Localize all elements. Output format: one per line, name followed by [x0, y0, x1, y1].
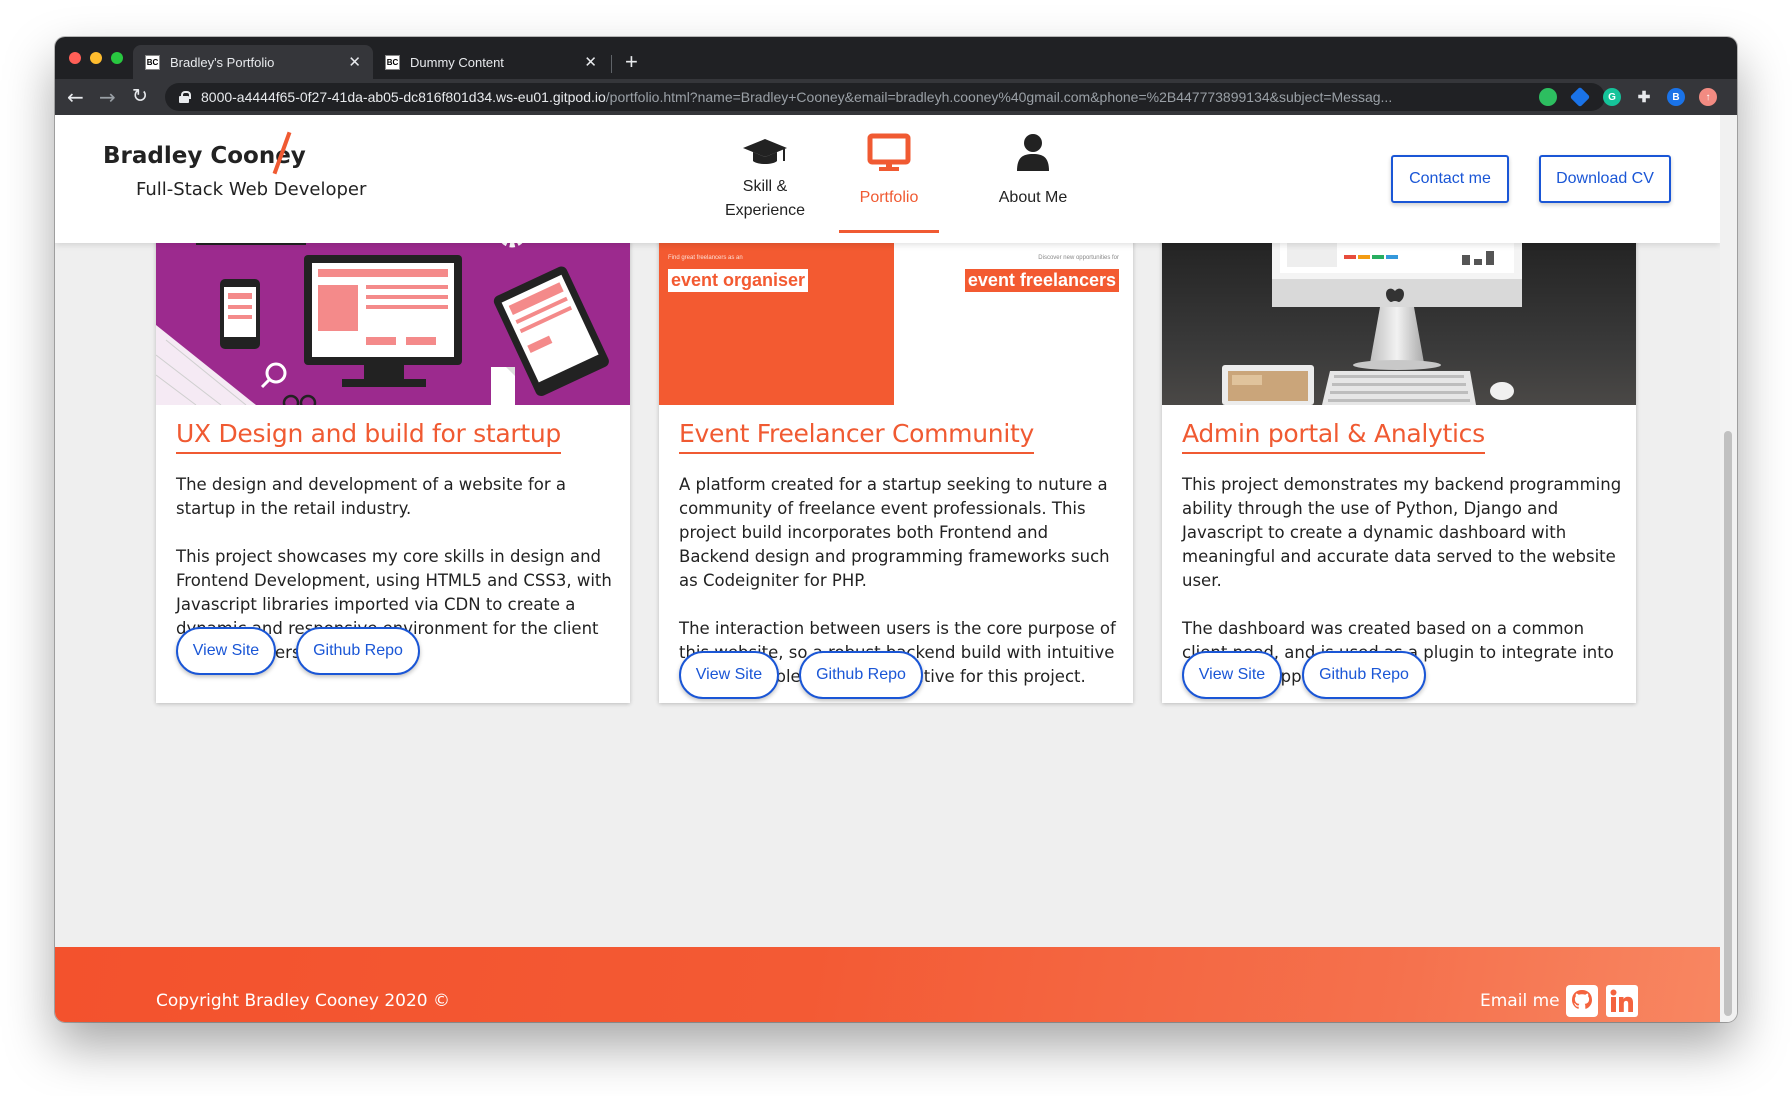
nav-label: About Me	[998, 189, 1068, 206]
github-repo-button[interactable]: Github Repo	[799, 651, 923, 699]
brand-tagline: Full-Stack Web Developer	[136, 179, 367, 200]
site-footer: Copyright Bradley Cooney 2020 © Email me	[55, 947, 1720, 1022]
nav-label: Skill & Experience	[724, 178, 806, 219]
browser-toolbar: ← → ↻ 8000-a4444f65-0f27-41da-ab05-dc816…	[55, 79, 1737, 115]
github-icon[interactable]	[1566, 985, 1598, 1017]
view-site-button[interactable]: View Site	[1182, 651, 1282, 699]
project-card: Find great freelancers as an event organ…	[659, 215, 1133, 703]
nav-about-me[interactable]: About Me	[983, 115, 1083, 233]
graduation-cap-icon	[743, 139, 787, 164]
tab-title: Dummy Content	[410, 54, 504, 70]
profile-avatar[interactable]: B	[1667, 88, 1685, 106]
project-paragraph: This project demonstrates my backend pro…	[1182, 475, 1622, 590]
project-card: Admin portal & Analytics This project de…	[1162, 215, 1636, 703]
project-title: UX Design and build for startup	[176, 419, 561, 454]
image-banner: event freelancers	[964, 269, 1119, 292]
favicon-icon: BC	[145, 54, 160, 70]
lock-icon	[179, 91, 191, 103]
linkedin-icon[interactable]	[1606, 985, 1638, 1017]
scrollbar-thumb[interactable]	[1724, 431, 1732, 1016]
project-card: UX Design and build for startup The desi…	[156, 215, 630, 703]
forward-arrow-icon[interactable]: →	[99, 85, 116, 109]
maximize-window-button[interactable]	[111, 52, 123, 64]
url-path: /portfolio.html?name=Bradley+Cooney&emai…	[605, 89, 1393, 105]
copyright-text: Copyright Bradley Cooney 2020 ©	[156, 991, 451, 1011]
tab-dummy-content[interactable]: BC Dummy Content ✕	[373, 45, 609, 79]
browser-window: BC Bradley's Portfolio ✕ BC Dummy Conten…	[55, 37, 1737, 1022]
image-banner: event organiser	[668, 269, 809, 292]
project-image-admin	[1162, 215, 1636, 405]
project-actions: View Site Github Repo	[1182, 651, 1426, 699]
page-viewport: UX Design and build for startup The desi…	[55, 115, 1720, 1022]
project-paragraph: The design and development of a website …	[176, 475, 567, 518]
nav-portfolio[interactable]: Portfolio	[839, 115, 939, 233]
contact-me-button[interactable]: Contact me	[1391, 155, 1509, 203]
view-site-button[interactable]: View Site	[679, 651, 779, 699]
back-arrow-icon[interactable]: ←	[67, 85, 84, 109]
reload-icon[interactable]: ↻	[132, 85, 148, 107]
project-actions: View Site Github Repo	[176, 627, 420, 675]
image-orange-panel	[659, 215, 894, 405]
tab-title: Bradley's Portfolio	[170, 54, 275, 70]
new-tab-button[interactable]: +	[625, 49, 638, 75]
project-title: Admin portal & Analytics	[1182, 419, 1485, 454]
grammarly-icon[interactable]: G	[1603, 88, 1621, 106]
project-image-ux	[156, 215, 630, 405]
view-site-button[interactable]: View Site	[176, 627, 276, 675]
image-caption: Find great freelancers as an	[668, 255, 743, 261]
minimize-window-button[interactable]	[90, 52, 102, 64]
github-repo-button[interactable]: Github Repo	[296, 627, 420, 675]
email-me-link[interactable]: Email me	[1480, 991, 1560, 1011]
update-icon[interactable]: ↑	[1699, 88, 1717, 106]
tab-strip: BC Bradley's Portfolio ✕ BC Dummy Conten…	[55, 37, 1737, 79]
close-window-button[interactable]	[69, 52, 81, 64]
github-repo-button[interactable]: Github Repo	[1302, 651, 1426, 699]
window-controls	[69, 52, 123, 64]
site-header: Bradley Cooney Full-Stack Web Developer …	[55, 115, 1720, 243]
nav-label: Portfolio	[859, 189, 919, 206]
project-image-event: Find great freelancers as an event organ…	[659, 215, 1133, 405]
tab-separator	[611, 55, 612, 73]
image-caption: Discover new opportunities for	[1038, 255, 1119, 261]
project-title: Event Freelancer Community	[679, 419, 1034, 454]
tab-close-icon[interactable]: ✕	[348, 53, 361, 71]
url-text: 8000-a4444f65-0f27-41da-ab05-dc816f801d3…	[201, 89, 1605, 105]
project-paragraph: A platform created for a startup seeking…	[679, 475, 1110, 590]
tab-bradleys-portfolio[interactable]: BC Bradley's Portfolio ✕	[133, 45, 373, 79]
download-cv-button[interactable]: Download CV	[1539, 155, 1671, 203]
monitor-icon	[867, 133, 911, 171]
evernote-icon[interactable]	[1539, 88, 1557, 106]
tab-close-icon[interactable]: ✕	[584, 53, 597, 71]
address-bar[interactable]: 8000-a4444f65-0f27-41da-ab05-dc816f801d3…	[165, 83, 1605, 111]
user-icon	[1017, 134, 1049, 171]
url-host: 8000-a4444f65-0f27-41da-ab05-dc816f801d3…	[201, 89, 606, 105]
puzzle-icon[interactable]: ✚	[1635, 88, 1653, 106]
desktop: BC Bradley's Portfolio ✕ BC Dummy Conten…	[0, 0, 1792, 1096]
nav-skill-experience[interactable]: Skill & Experience	[715, 115, 815, 233]
project-actions: View Site Github Repo	[679, 651, 923, 699]
favicon-icon: BC	[385, 54, 400, 70]
page-scrollbar[interactable]	[1720, 115, 1737, 1022]
